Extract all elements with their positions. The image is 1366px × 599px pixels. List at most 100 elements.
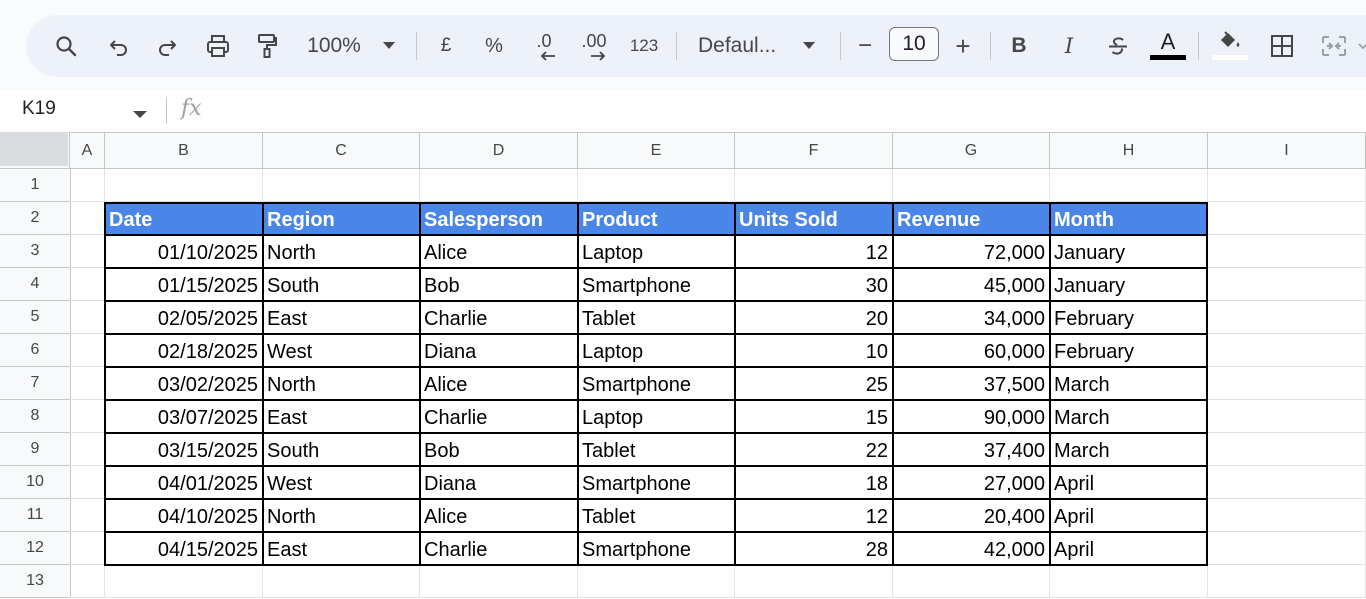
cell-f7[interactable]: 25 [735,367,893,400]
cell-d3[interactable]: Alice [420,235,578,268]
font-size-input[interactable]: 10 [889,27,939,61]
row-header-11[interactable]: 11 [0,499,71,532]
row-header-1[interactable]: 1 [0,169,71,202]
more-formats-button[interactable]: 123 [626,15,662,77]
cell-a8[interactable] [70,400,105,433]
cell-a13[interactable] [70,565,105,598]
cell-g6[interactable]: 60,000 [893,334,1050,367]
cell-f11[interactable]: 12 [735,499,893,532]
cell-d10[interactable]: Diana [420,466,578,499]
cell-f3[interactable]: 12 [735,235,893,268]
cell-d7[interactable]: Alice [420,367,578,400]
row-header-2[interactable]: 2 [0,202,71,235]
bold-button[interactable]: B [1004,15,1034,77]
cell-i9[interactable] [1208,433,1366,466]
cell-i1[interactable] [1208,169,1366,202]
cell-a3[interactable] [70,235,105,268]
name-box[interactable]: K19 [22,98,56,120]
cell-h11[interactable]: April [1050,499,1208,532]
column-header-g[interactable]: G [893,132,1050,169]
cell-g13[interactable] [893,565,1050,598]
cell-h3[interactable]: January [1050,235,1208,268]
increase-decimal-button[interactable]: .00 [574,15,614,77]
cell-i5[interactable] [1208,301,1366,334]
cell-h12[interactable]: April [1050,532,1208,565]
column-header-f[interactable]: F [735,132,893,169]
cell-d13[interactable] [420,565,578,598]
row-header-5[interactable]: 5 [0,301,71,334]
cell-f8[interactable]: 15 [735,400,893,433]
cell-d12[interactable]: Charlie [420,532,578,565]
cell-a11[interactable] [70,499,105,532]
cell-a10[interactable] [70,466,105,499]
cell-e7[interactable]: Smartphone [578,367,735,400]
cell-c3[interactable]: North [263,235,420,268]
cell-g9[interactable]: 37,400 [893,433,1050,466]
cell-h8[interactable]: March [1050,400,1208,433]
cell-e13[interactable] [578,565,735,598]
cell-c13[interactable] [263,565,420,598]
cell-h2[interactable]: Month [1050,202,1208,235]
cell-c7[interactable]: North [263,367,420,400]
cell-i7[interactable] [1208,367,1366,400]
cell-f13[interactable] [735,565,893,598]
cell-d2[interactable]: Salesperson [420,202,578,235]
cell-g12[interactable]: 42,000 [893,532,1050,565]
cell-b13[interactable] [105,565,263,598]
cell-i13[interactable] [1208,565,1366,598]
cell-i3[interactable] [1208,235,1366,268]
redo-icon[interactable] [150,15,184,77]
cell-f9[interactable]: 22 [735,433,893,466]
cell-g7[interactable]: 37,500 [893,367,1050,400]
strikethrough-icon[interactable] [1102,15,1134,77]
undo-icon[interactable] [102,15,136,77]
cell-i6[interactable] [1208,334,1366,367]
formula-input[interactable] [220,94,1360,128]
cell-i11[interactable] [1208,499,1366,532]
row-header-12[interactable]: 12 [0,532,71,565]
chevron-down-icon[interactable] [378,15,400,77]
row-header-10[interactable]: 10 [0,466,71,499]
cell-e3[interactable]: Laptop [578,235,735,268]
chevron-down-icon[interactable] [133,106,147,124]
cell-a12[interactable] [70,532,105,565]
increase-font-size-button[interactable]: + [950,15,976,77]
select-all-corner[interactable] [0,132,70,169]
percent-format-button[interactable]: % [480,15,508,77]
cell-d5[interactable]: Charlie [420,301,578,334]
cell-g8[interactable]: 90,000 [893,400,1050,433]
cell-d6[interactable]: Diana [420,334,578,367]
cell-h7[interactable]: March [1050,367,1208,400]
cell-f5[interactable]: 20 [735,301,893,334]
cell-c6[interactable]: West [263,334,420,367]
search-menus-icon[interactable] [48,15,84,77]
cell-h1[interactable] [1050,169,1208,202]
italic-button[interactable]: I [1054,15,1084,77]
row-header-3[interactable]: 3 [0,235,71,268]
cell-f12[interactable]: 28 [735,532,893,565]
cell-g1[interactable] [893,169,1050,202]
cell-e9[interactable]: Tablet [578,433,735,466]
cell-a7[interactable] [70,367,105,400]
cell-d9[interactable]: Bob [420,433,578,466]
cell-b6[interactable]: 02/18/2025 [105,334,263,367]
cell-d1[interactable] [420,169,578,202]
cell-a2[interactable] [70,202,105,235]
cell-g3[interactable]: 72,000 [893,235,1050,268]
font-family-select[interactable]: Defaul... [692,15,794,77]
cell-h10[interactable]: April [1050,466,1208,499]
cell-c8[interactable]: East [263,400,420,433]
cell-c12[interactable]: East [263,532,420,565]
cell-c1[interactable] [263,169,420,202]
currency-format-button[interactable]: £ [432,15,460,77]
text-color-button[interactable]: A [1148,15,1188,77]
fill-color-button[interactable] [1210,15,1250,77]
zoom-select[interactable]: 100% [302,15,366,77]
cell-e5[interactable]: Tablet [578,301,735,334]
cell-h5[interactable]: February [1050,301,1208,334]
column-header-h[interactable]: H [1050,132,1208,169]
cell-g4[interactable]: 45,000 [893,268,1050,301]
cell-a4[interactable] [70,268,105,301]
cell-b1[interactable] [105,169,263,202]
cell-b4[interactable]: 01/15/2025 [105,268,263,301]
